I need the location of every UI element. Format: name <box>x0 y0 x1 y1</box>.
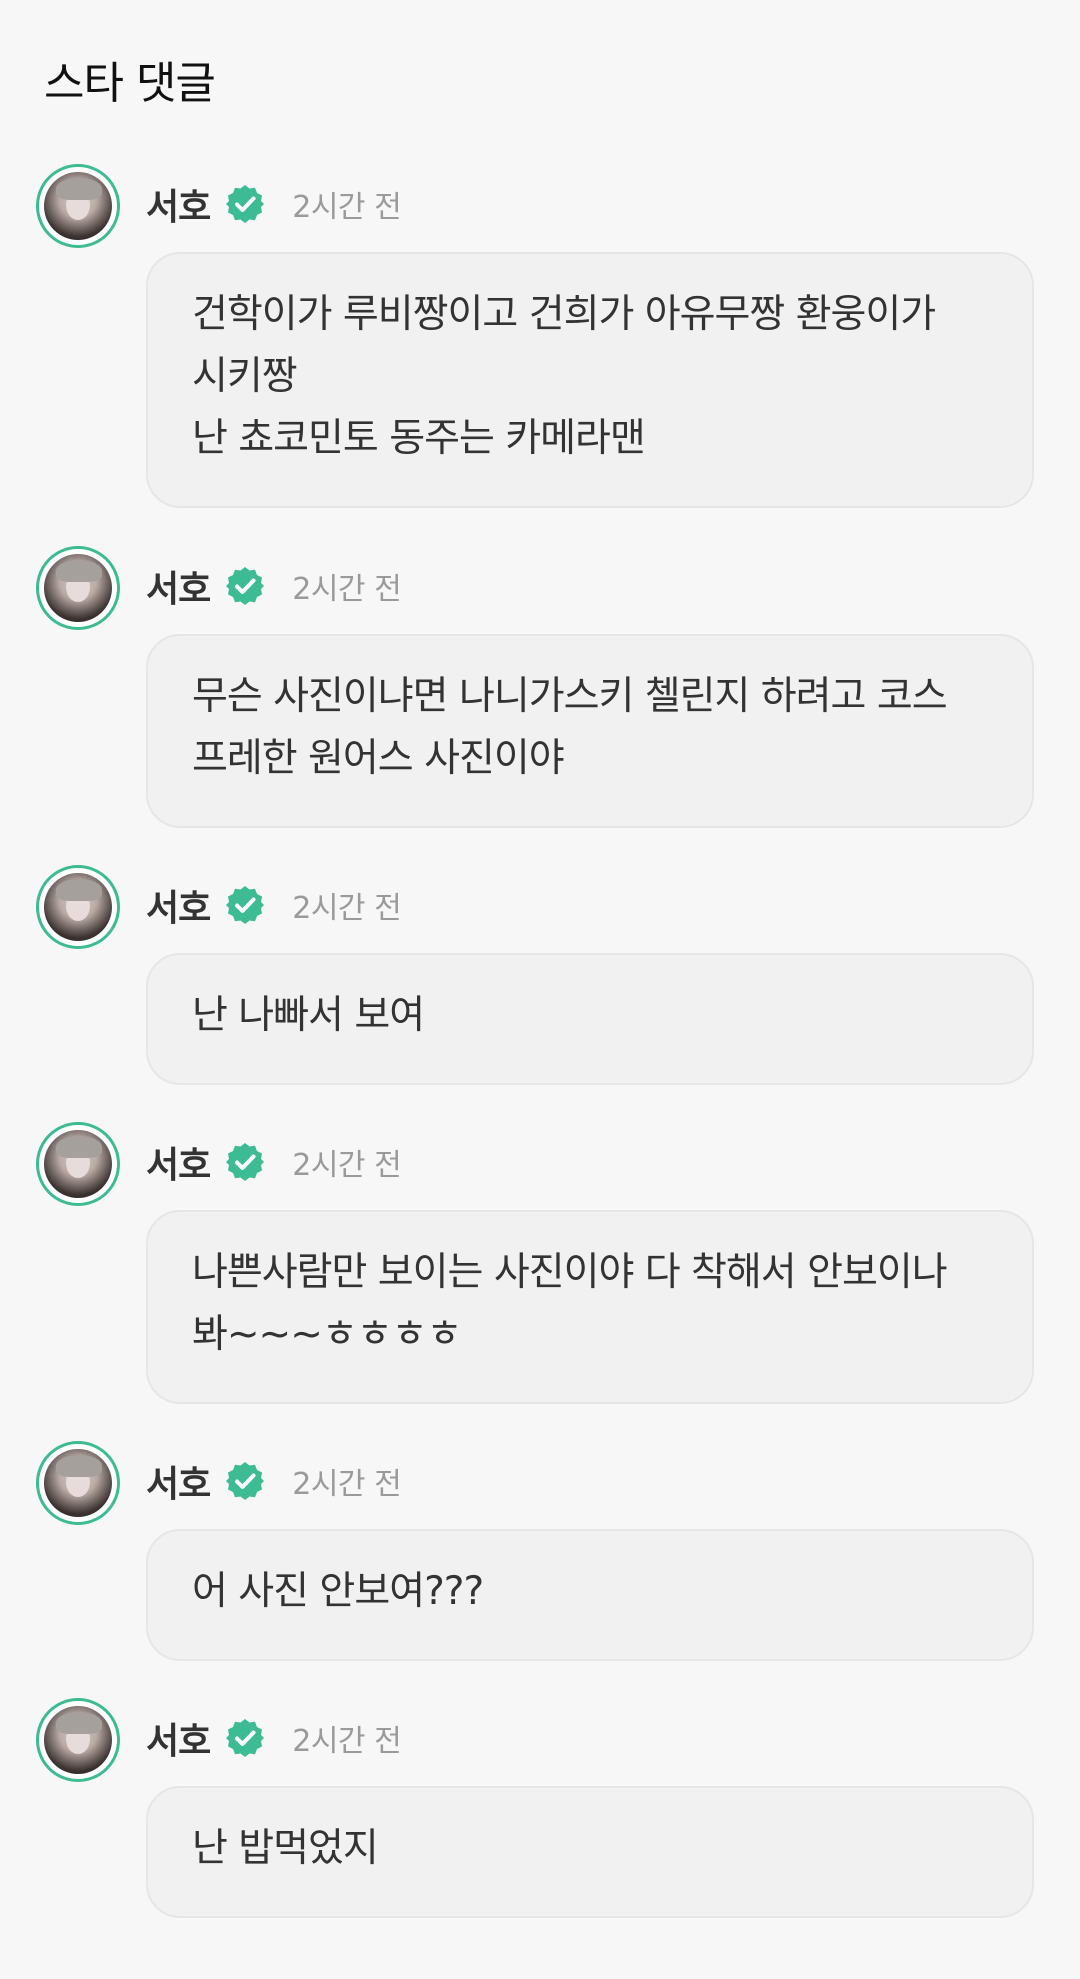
comment-meta: 서호 2시간 전 <box>146 1451 402 1511</box>
avatar[interactable] <box>36 164 120 248</box>
verified-badge-icon <box>224 565 266 607</box>
verified-badge-icon <box>224 1460 266 1502</box>
verified-badge-icon <box>224 1141 266 1183</box>
comment-timestamp: 2시간 전 <box>292 1724 402 1759</box>
avatar[interactable] <box>36 1441 120 1525</box>
author-name[interactable]: 서호 <box>146 1712 211 1764</box>
section-title: 스타 댓글 <box>44 58 216 109</box>
avatar-image <box>44 1449 112 1517</box>
comment-timestamp: 2시간 전 <box>292 1148 402 1183</box>
comment-timestamp: 2시간 전 <box>292 190 402 225</box>
avatar-image <box>44 554 112 622</box>
avatar-image <box>44 1130 112 1198</box>
comment-meta: 서호 2시간 전 <box>146 556 402 616</box>
avatar-image <box>44 172 112 240</box>
author-name[interactable]: 서호 <box>146 178 211 230</box>
comment-meta: 서호 2시간 전 <box>146 875 402 935</box>
author-name[interactable]: 서호 <box>146 560 211 612</box>
comment-timestamp: 2시간 전 <box>292 1467 402 1502</box>
verified-badge-icon <box>224 884 266 926</box>
comment-bubble: 나쁜사람만 보이는 사진이야 다 착해서 안보이나 봐~~~ㅎㅎㅎㅎ <box>146 1210 1034 1404</box>
comment-bubble: 어 사진 안보여??? <box>146 1529 1034 1661</box>
verified-badge-icon <box>224 183 266 225</box>
avatar[interactable] <box>36 1122 120 1206</box>
avatar-image <box>44 1706 112 1774</box>
avatar[interactable] <box>36 865 120 949</box>
author-name[interactable]: 서호 <box>146 1455 211 1507</box>
comment-timestamp: 2시간 전 <box>292 891 402 926</box>
avatar[interactable] <box>36 1698 120 1782</box>
verified-badge-icon <box>224 1717 266 1759</box>
comment-bubble: 무슨 사진이냐면 나니가스키 첼린지 하려고 코스 프레한 원어스 사진이야 <box>146 634 1034 828</box>
comment-meta: 서호 2시간 전 <box>146 174 402 234</box>
comment-timestamp: 2시간 전 <box>292 572 402 607</box>
avatar-image <box>44 873 112 941</box>
avatar[interactable] <box>36 546 120 630</box>
comment-bubble: 건학이가 루비짱이고 건희가 아유무짱 환웅이가 시키짱 난 쵸코민토 동주는 … <box>146 252 1034 508</box>
comment-bubble: 난 나빠서 보여 <box>146 953 1034 1085</box>
comment-bubble: 난 밥먹었지 <box>146 1786 1034 1918</box>
author-name[interactable]: 서호 <box>146 1136 211 1188</box>
comment-meta: 서호 2시간 전 <box>146 1708 402 1768</box>
comment-meta: 서호 2시간 전 <box>146 1132 402 1192</box>
author-name[interactable]: 서호 <box>146 879 211 931</box>
